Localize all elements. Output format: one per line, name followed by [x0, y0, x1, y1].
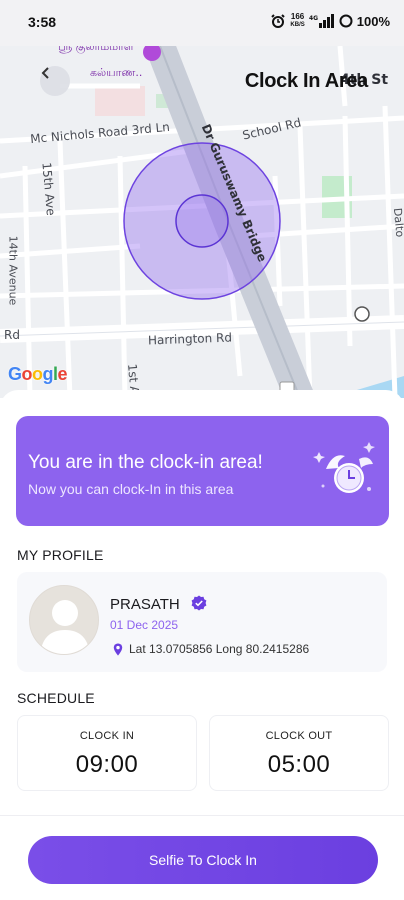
divider: [0, 815, 404, 816]
network-speed: 166 KB/S: [290, 12, 305, 29]
profile-date: 01 Dec 2025: [110, 618, 179, 632]
google-logo: Google: [8, 364, 68, 385]
avatar: [29, 585, 99, 655]
user-placeholder-icon: [40, 600, 90, 654]
selfie-clock-in-button[interactable]: Selfie To Clock In: [28, 836, 378, 884]
clock-in-card: CLOCK IN 09:00: [17, 715, 197, 791]
battery-level: 100%: [356, 13, 390, 29]
profile-card[interactable]: PRASATH 01 Dec 2025 Lat 13.0705856 Long …: [17, 572, 387, 672]
map-label-tamil-1: ஸ்ரீ குலாம்மாள்: [58, 46, 134, 53]
clock-in-label: CLOCK IN: [79, 730, 135, 742]
google-logo-letter: o: [21, 364, 33, 384]
page-title: Clock In Area: [244, 70, 368, 92]
clock-out-card: CLOCK OUT 05:00: [209, 715, 389, 791]
google-logo-letter: o: [32, 364, 43, 384]
clock-out-time: 05:00: [267, 751, 331, 778]
clock-in-time: 09:00: [75, 751, 139, 778]
signal-icon: 4G: [309, 14, 334, 28]
battery-icon: [339, 14, 353, 28]
back-button[interactable]: [40, 66, 70, 96]
status-icons: 166 KB/S 4G 100%: [270, 13, 390, 29]
map-label-dalton: Dalto: [390, 207, 404, 238]
flying-clock-icon: [313, 442, 375, 493]
google-logo-letter: e: [57, 364, 68, 384]
google-logo-letter: G: [8, 364, 22, 384]
status-banner: You are in the clock-in area! Now you ca…: [16, 416, 389, 526]
status-bar: 3:58 166 KB/S 4G 100%: [0, 0, 404, 46]
map-view[interactable]: ஸ்ரீ குலாம்மாள் கல்யாண.. 4th St Mc Nicho…: [0, 46, 404, 398]
status-time: 3:58: [28, 14, 57, 30]
alarm-icon: [271, 14, 286, 28]
map-label-rd: Rd: [4, 328, 20, 342]
bottom-sheet: You are in the clock-in area! Now you ca…: [0, 390, 404, 900]
map-label-14th-ave: 14th Avenue: [6, 235, 20, 306]
banner-subtitle: Now you can clock-In in this area: [28, 481, 234, 497]
profile-section-title: MY PROFILE: [17, 547, 104, 563]
banner-title: You are in the clock-in area!: [28, 452, 263, 473]
verified-badge-icon: [191, 595, 207, 611]
schedule-section-title: SCHEDULE: [17, 690, 95, 706]
map-label-tamil-2: கல்யாண..: [90, 66, 143, 79]
profile-location: Lat 13.0705856 Long 80.2415286: [113, 642, 309, 656]
profile-name: PRASATH: [110, 596, 180, 613]
clock-out-label: CLOCK OUT: [265, 730, 333, 742]
chevron-left-icon: [41, 67, 49, 79]
map-label-harrington: Harrington Rd: [147, 330, 233, 348]
location-pin-icon: [113, 643, 123, 655]
google-logo-letter: g: [42, 364, 54, 384]
svg-text:4G: 4G: [309, 15, 318, 22]
location-coordinates: Lat 13.0705856 Long 80.2415286: [129, 642, 310, 656]
